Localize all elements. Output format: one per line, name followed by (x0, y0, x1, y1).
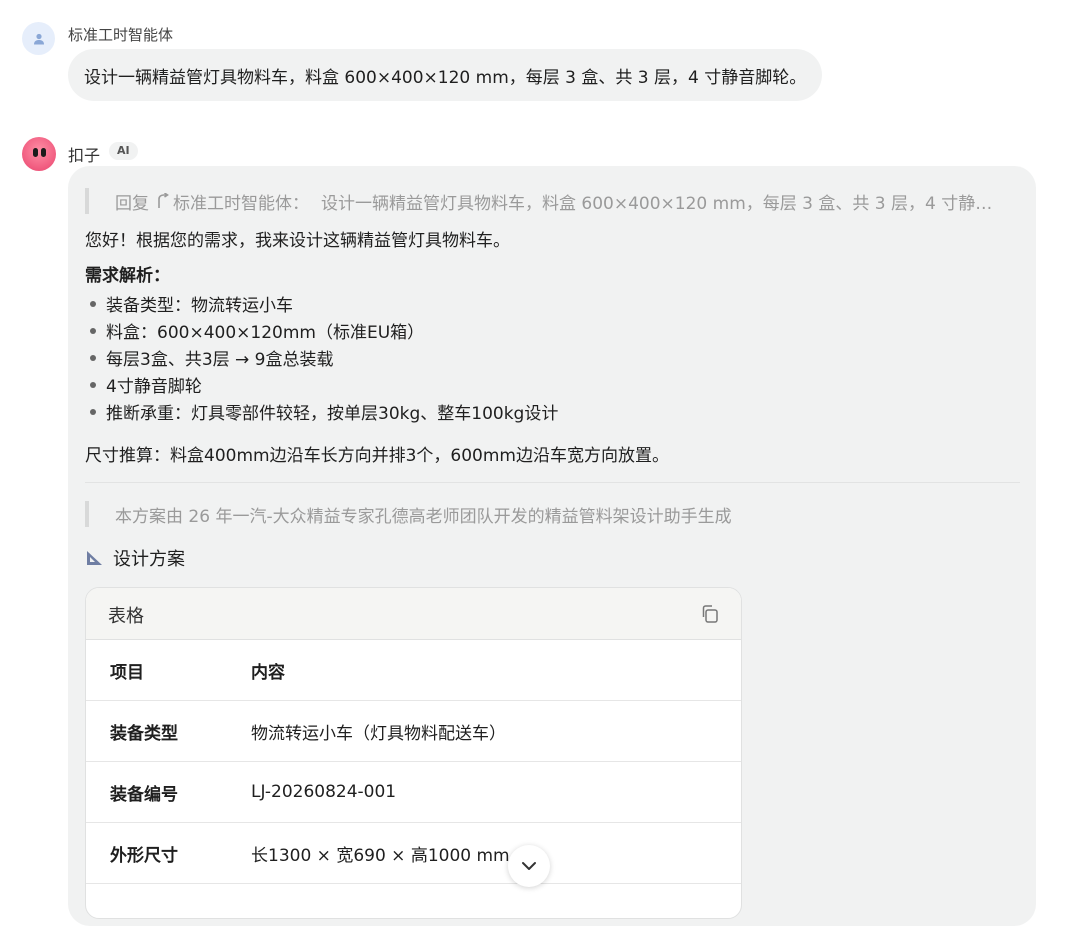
table-cell: 物流转运小车（灯具物料配送车） (251, 723, 506, 744)
table-cell: 装备类型 (110, 723, 178, 744)
bot-name: 扣子 (68, 146, 101, 165)
analysis-list: 装备类型：物流转运小车 料盒：600×400×120mm（标准EU箱） 每层3盒… (85, 290, 558, 425)
table-header-cell: 内容 (251, 662, 285, 683)
credit-quote: 本方案由 26 年一汽-大众精益专家孔德高老师团队开发的精益管料架设计助手生成 (85, 501, 732, 527)
table-cell: 外形尺寸 (110, 845, 178, 866)
reply-quote-target: 标准工时智能体： (173, 193, 309, 214)
user-message-text: 设计一辆精益管灯具物料车，料盒 600×400×120 mm，每层 3 盒、共 … (84, 67, 807, 88)
section-title-text: 设计方案 (113, 549, 185, 570)
table-title: 表格 (108, 606, 144, 627)
bullet-dot (90, 327, 96, 334)
table-cell: 装备编号 (110, 784, 178, 805)
list-item: 料盒：600×400×120mm（标准EU箱） (85, 317, 558, 344)
list-item: 每层3盒、共3层 → 9盒总装载 (85, 344, 558, 371)
table-row: 装备类型 物流转运小车（灯具物料配送车） (86, 701, 741, 762)
bullet-dot (90, 381, 96, 388)
person-icon (33, 33, 44, 44)
triangle-ruler-icon (87, 551, 102, 565)
bullet-dot (90, 354, 96, 361)
ai-badge: AI (109, 142, 138, 160)
table-cell: 长1300 × 宽690 × 高1000 mm (251, 845, 510, 866)
list-item-text: 每层3盒、共3层 → 9盒总装载 (106, 350, 334, 370)
bullet-dot (90, 408, 96, 415)
scroll-down-button[interactable] (508, 845, 550, 887)
divider (85, 482, 1020, 483)
list-item-text: 装备类型：物流转运小车 (106, 296, 293, 316)
user-avatar (22, 22, 55, 55)
table-cell: LJ-20260824-001 (251, 782, 397, 802)
reply-quote-text: 设计一辆精益管灯具物料车，料盒 600×400×120 mm，每层 3 盒、共 … (321, 193, 995, 214)
copy-button[interactable] (697, 601, 723, 627)
bot-avatar-eye (41, 148, 46, 157)
analysis-title: 需求解析： (85, 266, 170, 286)
table-header-cell: 项目 (110, 662, 144, 683)
table-card: 表格 项目 内容 装备类型 物流转运小车（灯具物料配送车） 装备编号 LJ-20… (85, 587, 742, 919)
copy-icon (702, 605, 718, 623)
user-name: 标准工时智能体 (68, 26, 174, 44)
credit-text: 本方案由 26 年一汽-大众精益专家孔德高老师团队开发的精益管料架设计助手生成 (115, 506, 732, 527)
table-row: 装备编号 LJ-20260824-001 (86, 762, 741, 823)
list-item: 推断承重：灯具零部件较轻，按单层30kg、整车100kg设计 (85, 398, 558, 425)
bot-avatar-eye (33, 148, 38, 157)
reply-arrow-icon (155, 193, 169, 209)
list-item-text: 料盒：600×400×120mm（标准EU箱） (106, 323, 425, 343)
bullet-dot (90, 300, 96, 307)
table-row: 外形尺寸 长1300 × 宽690 × 高1000 mm (86, 823, 741, 884)
reply-quote-prefix: 回复 (115, 193, 149, 214)
list-item-text: 推断承重：灯具零部件较轻，按单层30kg、整车100kg设计 (106, 404, 559, 424)
greeting-text: 您好！根据您的需求，我来设计这辆精益管灯具物料车。 (85, 231, 510, 251)
table-header-row: 项目 内容 (86, 640, 741, 701)
list-item-text: 4寸静音脚轮 (106, 377, 202, 397)
user-message-bubble: 设计一辆精益管灯具物料车，料盒 600×400×120 mm，每层 3 盒、共 … (68, 49, 823, 101)
table-card-header: 表格 (86, 588, 741, 640)
list-item: 4寸静音脚轮 (85, 371, 558, 398)
reply-quote[interactable]: 回复 标准工时智能体： 设计一辆精益管灯具物料车，料盒 600×400×120 … (85, 188, 995, 214)
list-item: 装备类型：物流转运小车 (85, 290, 558, 317)
size-note: 尺寸推算：料盒400mm边沿车长方向并排3个，600mm边沿车宽方向放置。 (85, 446, 669, 466)
bot-avatar (22, 137, 56, 171)
chevron-down-icon (522, 862, 536, 870)
section-title: 设计方案 (85, 545, 185, 571)
